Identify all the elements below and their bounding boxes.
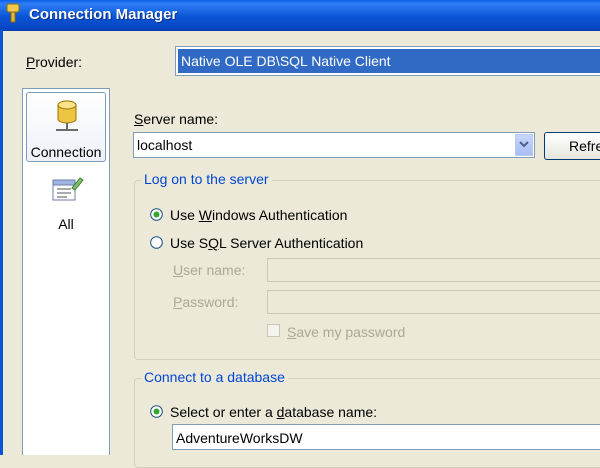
windows-auth-label[interactable]: Use Windows Authentication	[170, 207, 347, 223]
window-frame	[0, 30, 3, 455]
select-database-radio[interactable]	[150, 405, 163, 418]
server-dropdown-button[interactable]	[515, 134, 533, 156]
provider-label: Provider:	[26, 54, 83, 70]
save-password-checkbox[interactable]	[267, 324, 280, 337]
window-title: Connection Manager	[29, 6, 178, 23]
page-selector: Connection All	[22, 88, 110, 455]
database-name-value: AdventureWorksDW	[176, 430, 303, 446]
save-password-label[interactable]: Save my password	[287, 324, 405, 340]
refresh-button[interactable]: Refresh	[544, 132, 600, 160]
properties-list-icon	[52, 177, 84, 201]
server-name-label: Server name:	[134, 111, 219, 127]
chevron-down-icon	[519, 141, 529, 148]
logon-group-title: Log on to the server	[141, 171, 272, 187]
select-database-label[interactable]: Select or enter a database name:	[170, 404, 377, 420]
server-name-combobox[interactable]: localhost	[133, 132, 535, 158]
database-group-title: Connect to a database	[141, 369, 288, 385]
database-name-input[interactable]: AdventureWorksDW	[172, 424, 600, 450]
database-icon	[56, 100, 78, 131]
nav-item-connection[interactable]: Connection	[26, 92, 106, 162]
sql-auth-radio[interactable]	[150, 236, 163, 249]
windows-auth-radio[interactable]	[150, 208, 163, 221]
title-bar[interactable]: Connection Manager	[0, 0, 600, 31]
username-input[interactable]	[267, 258, 600, 282]
connection-manager-icon	[6, 3, 20, 23]
nav-label-connection: Connection	[30, 144, 102, 160]
nav-item-all[interactable]: All	[26, 172, 106, 242]
server-name-value: localhost	[137, 137, 193, 153]
nav-label-all: All	[58, 216, 74, 232]
password-label: Password:	[173, 294, 239, 310]
provider-field[interactable]: Native OLE DB\SQL Native Client	[175, 46, 600, 76]
sql-auth-label[interactable]: Use SQL Server Authentication	[170, 235, 363, 251]
username-label: User name:	[173, 262, 246, 278]
password-input[interactable]	[267, 290, 600, 314]
provider-value: Native OLE DB\SQL Native Client	[178, 49, 600, 73]
